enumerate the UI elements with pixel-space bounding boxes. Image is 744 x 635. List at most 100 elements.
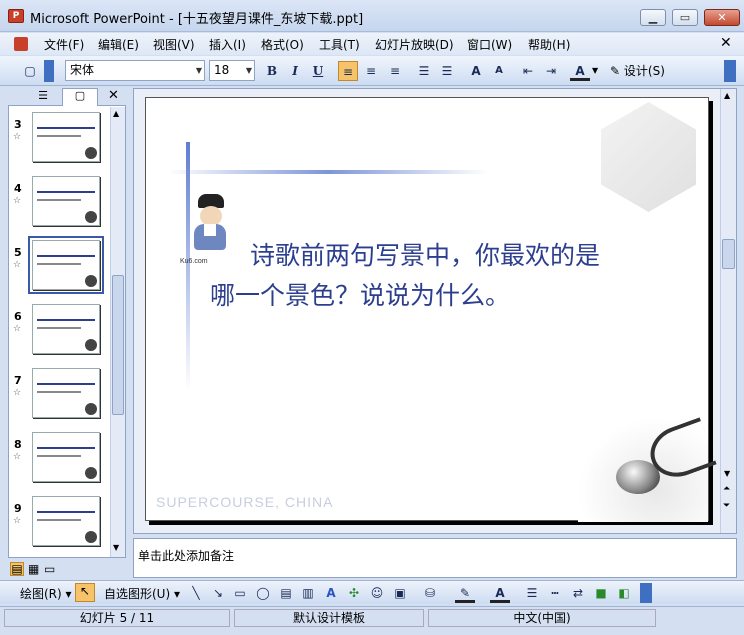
slideshow-view-icon[interactable]: ▭: [44, 562, 55, 576]
scroll-down-icon[interactable]: ▼: [724, 469, 730, 478]
underline-button[interactable]: U: [308, 61, 328, 81]
formatting-toolbar: ▢ 宋体 ▼ 18 ▼ B I U ≡ ≡ ≡ ☰ ☰ A A ⇤ ⇥ A ▼ ✎ …: [0, 56, 744, 86]
vertical-textbox-icon[interactable]: ▥: [298, 583, 318, 603]
ku6-logo: Ku6.com: [180, 258, 208, 265]
align-right-icon[interactable]: ≡: [385, 61, 405, 81]
animation-icon: ☆: [13, 260, 22, 270]
clipart-icon[interactable]: ☺: [367, 583, 387, 603]
doc-close-icon[interactable]: ✕: [720, 35, 732, 51]
font-size-select[interactable]: 18 ▼: [209, 60, 255, 81]
fill-color-icon[interactable]: ⛁: [420, 583, 440, 603]
slide-thumbnail-8[interactable]: [32, 432, 100, 482]
drawbar-options-icon[interactable]: [640, 583, 652, 603]
textbox-icon[interactable]: ▤: [276, 583, 296, 603]
menu-tools[interactable]: 工具(T): [319, 36, 360, 53]
increase-font-icon[interactable]: A: [466, 61, 486, 81]
close-button[interactable]: ✕: [704, 9, 740, 26]
slide-canvas[interactable]: Ku6.com 诗歌前两句写景中，你最欢的是 哪一个景色？说说为什么。 SUPE…: [145, 97, 717, 522]
slide-thumbnail-7[interactable]: [32, 368, 100, 418]
line-color-icon[interactable]: ✎: [455, 583, 475, 603]
toolbar-overflow-icon[interactable]: [44, 60, 54, 82]
menu-bar: 文件(F) 编辑(E) 视图(V) 插入(I) 格式(O) 工具(T) 幻灯片放…: [0, 33, 744, 55]
font-name-select[interactable]: 宋体 ▼: [65, 60, 205, 81]
outline-tab[interactable]: ☰: [28, 89, 58, 105]
thumbnail-number: 8: [14, 438, 22, 451]
design-button[interactable]: ✎ 设计(S): [610, 62, 665, 79]
status-bar: 幻灯片 5 / 11 默认设计模板 中文(中国): [0, 606, 744, 635]
thumbnail-number: 7: [14, 374, 22, 387]
maximize-button[interactable]: ▭: [672, 9, 698, 26]
thumbnail-scrollbar[interactable]: ▲ ▼: [110, 107, 125, 557]
slide-thumbnail-9[interactable]: [32, 496, 100, 546]
scroll-up-icon[interactable]: ▲: [113, 109, 119, 118]
line-style-icon[interactable]: ☰: [522, 583, 542, 603]
sorter-view-icon[interactable]: ▦: [28, 562, 39, 576]
slide-thumbnail-3[interactable]: [32, 112, 100, 162]
toolbar-options-icon[interactable]: [724, 60, 736, 82]
notes-pane[interactable]: 单击此处添加备注: [133, 538, 737, 578]
new-icon[interactable]: ▢: [20, 61, 40, 81]
thumbnail-number: 4: [14, 182, 22, 195]
document-icon[interactable]: [14, 37, 28, 51]
drawing-toolbar: 绘图(R) ▾ ↖ 自选图形(U) ▾ ╲ ↘ ▭ ◯ ▤ ▥ A ✣ ☺ ▣ …: [0, 580, 744, 604]
watermark-text: SUPERCOURSE, CHINA: [156, 494, 334, 510]
pane-tabs: ☰ ▢ ✕: [8, 88, 126, 106]
wordart-icon[interactable]: A: [321, 583, 341, 603]
align-left-icon[interactable]: ≡: [338, 61, 358, 81]
menu-window[interactable]: 窗口(W): [467, 36, 512, 53]
decrease-font-icon[interactable]: A: [489, 61, 509, 81]
slide-thumbnail-4[interactable]: [32, 176, 100, 226]
normal-view-icon[interactable]: ▤: [10, 562, 24, 576]
scroll-up-icon[interactable]: ▲: [724, 91, 730, 100]
align-center-icon[interactable]: ≡: [361, 61, 381, 81]
draw-menu-button[interactable]: 绘图(R) ▾: [20, 585, 72, 602]
3d-style-icon[interactable]: ◧: [614, 583, 634, 603]
line-icon[interactable]: ╲: [186, 583, 206, 603]
minimize-button[interactable]: ▁: [640, 9, 666, 26]
select-objects-icon[interactable]: ↖: [75, 583, 95, 602]
menu-format[interactable]: 格式(O): [261, 36, 304, 53]
italic-button[interactable]: I: [285, 61, 305, 81]
decrease-indent-icon[interactable]: ⇤: [518, 61, 538, 81]
menu-file[interactable]: 文件(F): [44, 36, 84, 53]
menu-view[interactable]: 视图(V): [153, 36, 195, 53]
menu-slideshow[interactable]: 幻灯片放映(D): [375, 36, 454, 53]
picture-icon[interactable]: ▣: [390, 583, 410, 603]
dash-style-icon[interactable]: ┅: [545, 583, 565, 603]
numbering-icon[interactable]: ☰: [414, 61, 434, 81]
oval-icon[interactable]: ◯: [253, 583, 273, 603]
animation-icon: ☆: [13, 132, 22, 142]
arrow-style-icon[interactable]: ⇄: [568, 583, 588, 603]
autoshapes-button[interactable]: 自选图形(U) ▾: [104, 585, 180, 602]
pane-close-icon[interactable]: ✕: [108, 88, 119, 103]
arrow-icon[interactable]: ↘: [208, 583, 228, 603]
animation-icon: ☆: [13, 196, 22, 206]
increase-indent-icon[interactable]: ⇥: [541, 61, 561, 81]
slide-text-line-1[interactable]: 诗歌前两句写景中，你最欢的是: [250, 236, 600, 272]
font-color-icon-draw[interactable]: A: [490, 583, 510, 603]
slides-tab[interactable]: ▢: [62, 88, 98, 106]
next-slide-icon[interactable]: ⏷: [723, 501, 730, 511]
rectangle-icon[interactable]: ▭: [230, 583, 250, 603]
scroll-thumb[interactable]: [722, 239, 735, 269]
slide-thumbnail-5[interactable]: [28, 236, 104, 294]
font-color-dropdown-icon[interactable]: ▼: [592, 66, 598, 75]
scroll-down-icon[interactable]: ▼: [113, 543, 119, 552]
bold-button[interactable]: B: [262, 61, 282, 81]
scroll-thumb[interactable]: [112, 275, 124, 415]
slide-indicator: 幻灯片 5 / 11: [4, 609, 230, 627]
font-color-icon[interactable]: A: [570, 61, 590, 81]
slide-text-line-2[interactable]: 哪一个景色？说说为什么。: [210, 276, 510, 312]
slide-scrollbar[interactable]: ▲ ▼ ⏶ ⏷: [720, 89, 736, 533]
bullets-icon[interactable]: ☰: [437, 61, 457, 81]
prev-slide-icon[interactable]: ⏶: [723, 484, 730, 494]
menu-edit[interactable]: 编辑(E): [98, 36, 139, 53]
shadow-style-icon[interactable]: ■: [591, 583, 611, 603]
stethoscope-image: [578, 417, 717, 522]
slide-thumbnail-6[interactable]: [32, 304, 100, 354]
menu-insert[interactable]: 插入(I): [209, 36, 246, 53]
menu-help[interactable]: 帮助(H): [528, 36, 570, 53]
animation-icon: ☆: [13, 452, 22, 462]
diagram-icon[interactable]: ✣: [344, 583, 364, 603]
powerpoint-icon[interactable]: P: [8, 9, 24, 23]
